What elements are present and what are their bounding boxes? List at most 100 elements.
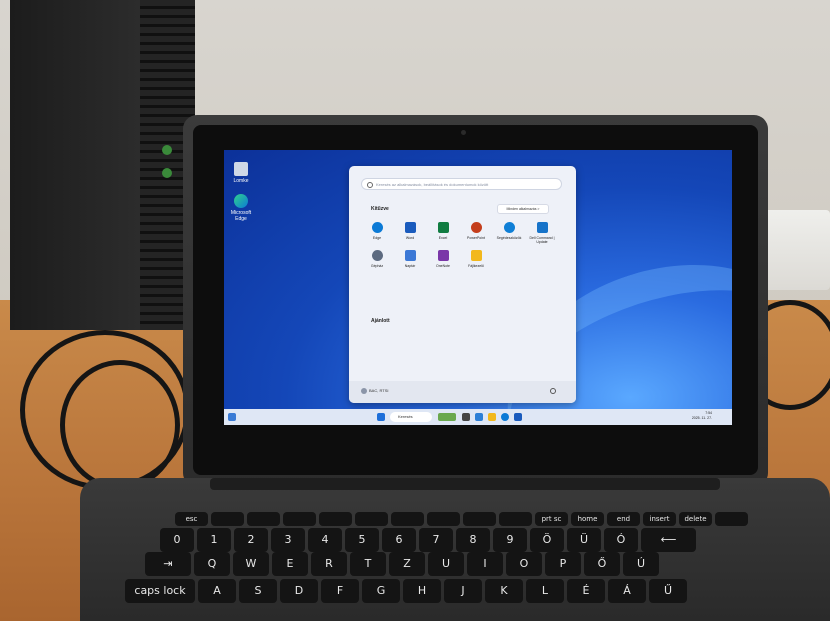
powerpoint-icon: [470, 222, 482, 233]
key-blank: [247, 512, 280, 526]
app-label: Gépház: [370, 264, 384, 268]
pinned-app-edge[interactable]: Edge: [363, 222, 391, 240]
start-button-icon[interactable]: [377, 413, 385, 421]
key-blank: [427, 512, 460, 526]
key-á: Á: [608, 579, 646, 603]
pinned-app-file-explorer[interactable]: Fájlkezelő: [462, 250, 490, 268]
app-label: OneNote: [435, 264, 450, 268]
key-3: 3: [271, 528, 305, 552]
edge-icon: [234, 194, 248, 208]
key-ö: Ö: [530, 528, 564, 552]
dell-update-icon: [536, 222, 548, 233]
key-prt-sc: prt sc: [535, 512, 568, 526]
laptop-screen: Lomke Microsoft Edge Keresés az alkalmaz…: [224, 150, 732, 425]
key-8: 8: [456, 528, 490, 552]
key-t: T: [350, 552, 386, 576]
key-2: 2: [234, 528, 268, 552]
word-icon: [404, 222, 416, 233]
key-delete: delete: [679, 512, 712, 526]
clock-date: 2025. 11. 27.: [691, 416, 712, 420]
excel-icon: [437, 222, 449, 233]
file-explorer-icon: [470, 250, 482, 261]
pinned-app-excel[interactable]: Excel: [429, 222, 457, 240]
power-icon[interactable]: [550, 388, 556, 394]
key-p: P: [545, 552, 581, 576]
all-apps-button[interactable]: Minden alkalmazás >: [497, 204, 549, 214]
calendar-icon: [404, 250, 416, 261]
cable: [60, 360, 180, 490]
desktop-icon-edge[interactable]: Microsoft Edge: [226, 194, 256, 222]
key-1: 1: [197, 528, 231, 552]
quick-assist-icon: [503, 222, 515, 233]
key-u: U: [428, 552, 464, 576]
chat-icon[interactable]: [475, 413, 483, 421]
start-menu: Keresés az alkalmazások, beállítások és …: [349, 166, 576, 403]
app-label: Word: [405, 236, 415, 240]
key-s: S: [239, 579, 277, 603]
app-label: Dell Command | Update: [529, 236, 555, 244]
store-icon[interactable]: [514, 413, 522, 421]
app-label: Naptár: [404, 264, 416, 268]
pinned-app-calendar[interactable]: Naptár: [396, 250, 424, 268]
key-blank: [391, 512, 424, 526]
file-explorer-icon[interactable]: [488, 413, 496, 421]
start-footer: BAC, RTSI: [349, 381, 576, 403]
key-0: 0: [160, 528, 194, 552]
pinned-app-onenote[interactable]: OneNote: [429, 250, 457, 268]
app-label: Fájlkezelő: [468, 264, 484, 268]
pinned-app-dell-command-update[interactable]: Dell Command | Update: [528, 222, 556, 244]
desktop-icon-recycle-bin[interactable]: Lomke: [226, 162, 256, 184]
key-blank: [715, 512, 748, 526]
key-⟵: ⟵: [641, 528, 696, 552]
key-⇥: ⇥: [145, 552, 191, 576]
key-blank: [211, 512, 244, 526]
pinned-app-settings[interactable]: Gépház: [363, 250, 391, 268]
system-tray[interactable]: 7:54 2025. 11. 27.: [692, 411, 712, 421]
pc-port: [162, 145, 172, 155]
user-account-button[interactable]: BAC, RTSI: [369, 388, 389, 393]
key-j: J: [444, 579, 482, 603]
desktop-icon-label: Microsoft Edge: [230, 210, 252, 222]
key-z: Z: [389, 552, 425, 576]
app-label: PowerPoint: [467, 236, 485, 240]
key-insert: insert: [643, 512, 676, 526]
search-placeholder: Keresés az alkalmazások, beállítások és …: [376, 182, 489, 187]
key-o: O: [506, 552, 542, 576]
key-ő: Ő: [584, 552, 620, 576]
key-blank: [319, 512, 352, 526]
widgets-icon[interactable]: [228, 413, 236, 421]
onenote-icon: [437, 250, 449, 261]
key-a: A: [198, 579, 236, 603]
pc-port: [162, 168, 172, 178]
app-label: Segédeszközök: [496, 236, 522, 240]
pinned-app-quick-assist[interactable]: Segédeszközök: [495, 222, 523, 240]
edge-icon[interactable]: [501, 413, 509, 421]
key-k: K: [485, 579, 523, 603]
key-9: 9: [493, 528, 527, 552]
app-label: Edge: [372, 236, 382, 240]
webcam: [461, 130, 466, 135]
key-blank: [463, 512, 496, 526]
task-view-icon[interactable]: [462, 413, 470, 421]
pinned-app-powerpoint[interactable]: PowerPoint: [462, 222, 490, 240]
key-h: H: [403, 579, 441, 603]
key-d: D: [280, 579, 318, 603]
pinned-title: Kitűzve: [371, 206, 389, 212]
desktop-icon-label: Lomke: [233, 178, 249, 184]
key-r: R: [311, 552, 347, 576]
key-blank: [355, 512, 388, 526]
taskbar-search[interactable]: Keresés: [390, 412, 432, 422]
key-5: 5: [345, 528, 379, 552]
recycle-bin-icon: [234, 162, 248, 176]
pinned-app-word[interactable]: Word: [396, 222, 424, 240]
app-label: Excel: [438, 236, 448, 240]
key-i: I: [467, 552, 503, 576]
settings-icon: [371, 250, 383, 261]
key-q: Q: [194, 552, 230, 576]
key-esc: esc: [175, 512, 208, 526]
key-e: E: [272, 552, 308, 576]
key-blank: [499, 512, 532, 526]
news-widget-icon[interactable]: [438, 413, 456, 421]
taskbar-search-label: Keresés: [398, 414, 413, 419]
start-search-input[interactable]: Keresés az alkalmazások, beállítások és …: [361, 178, 562, 190]
